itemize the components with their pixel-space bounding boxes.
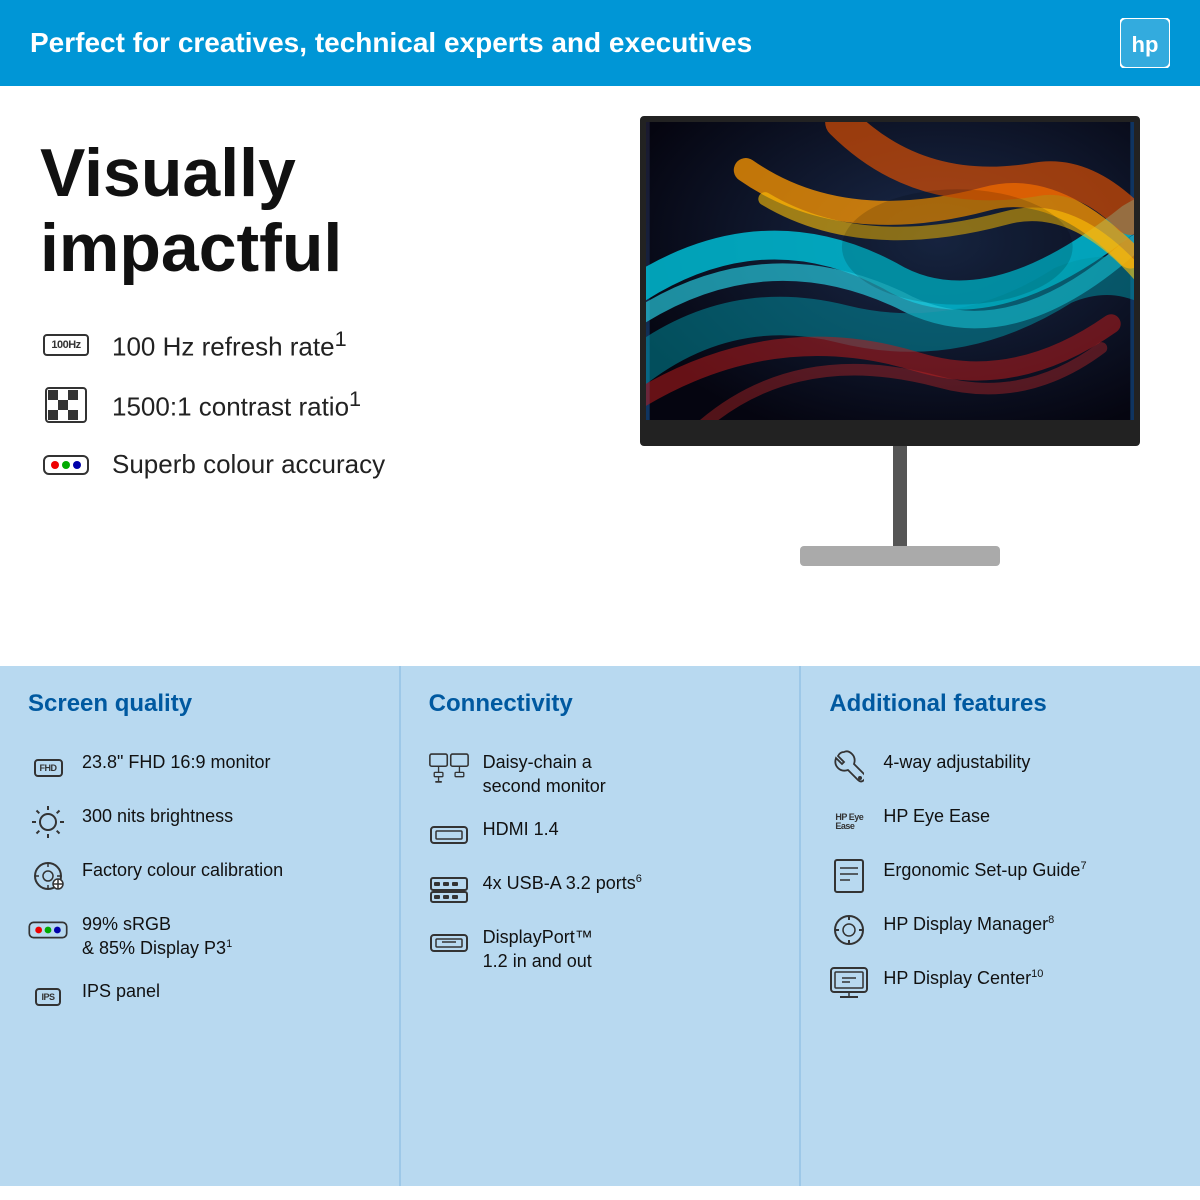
spec-guide-text: Ergonomic Set-up Guide7 xyxy=(883,858,1086,882)
spec-brightness: 300 nits brightness xyxy=(28,804,371,840)
spec-guide: Ergonomic Set-up Guide7 xyxy=(829,858,1172,894)
spec-usb-text: 4x USB-A 3.2 ports6 xyxy=(483,871,642,895)
spec-dp-text: DisplayPort™1.2 in and out xyxy=(483,925,593,974)
spec-display-mgr-text: HP Display Manager8 xyxy=(883,912,1054,936)
screen-quality-heading: Screen quality xyxy=(28,690,371,728)
feature-colour: Superb colour accuracy xyxy=(40,446,600,484)
spec-daisy-text: Daisy-chain asecond monitor xyxy=(483,750,606,799)
hp-logo-icon: hp xyxy=(1120,18,1170,68)
colour-icon xyxy=(40,446,92,484)
feature-contrast: 1500:1 contrast ratio1 xyxy=(40,386,600,424)
feature-refresh: 100Hz 100 Hz refresh rate1 xyxy=(40,326,600,364)
spec-calibration: Factory colour calibration xyxy=(28,858,371,894)
hero-section: Visually impactful 100Hz 100 Hz refresh … xyxy=(0,86,1200,666)
spec-adjustability-text: 4-way adjustability xyxy=(883,750,1030,774)
feature-contrast-text: 1500:1 contrast ratio1 xyxy=(112,386,361,423)
screen-quality-col: Screen quality FHD 23.8" FHD 16:9 monito… xyxy=(0,666,401,1186)
spec-fhd-text: 23.8" FHD 16:9 monitor xyxy=(82,750,270,774)
display-mgr-icon xyxy=(829,912,869,948)
spec-display-ctr-text: HP Display Center10 xyxy=(883,966,1043,990)
spec-adjustability: 4-way adjustability xyxy=(829,750,1172,786)
additional-features-col: Additional features 4-way adjustability … xyxy=(801,666,1200,1186)
dp-icon xyxy=(429,925,469,961)
srgb-icon xyxy=(28,912,68,948)
spec-dp: DisplayPort™1.2 in and out xyxy=(429,925,772,974)
svg-text:hp: hp xyxy=(1132,32,1159,57)
spec-ips-text: IPS panel xyxy=(82,979,160,1003)
usb-icon xyxy=(429,871,469,907)
header-tagline: Perfect for creatives, technical experts… xyxy=(30,27,752,59)
brightness-icon xyxy=(28,804,68,840)
header: Perfect for creatives, technical experts… xyxy=(0,0,1200,86)
connectivity-heading: Connectivity xyxy=(429,690,772,728)
monitor-bezel xyxy=(640,426,1140,446)
spec-hdmi-text: HDMI 1.4 xyxy=(483,817,559,841)
hero-right xyxy=(600,116,1160,566)
display-ctr-icon xyxy=(829,966,869,1002)
spec-usb: 4x USB-A 3.2 ports6 xyxy=(429,871,772,907)
hero-left: Visually impactful 100Hz 100 Hz refresh … xyxy=(40,116,600,506)
spec-srgb-text: 99% sRGB& 85% Display P31 xyxy=(82,912,232,961)
spec-hdmi: HDMI 1.4 xyxy=(429,817,772,853)
monitor-base xyxy=(800,546,1000,566)
hz-icon: 100Hz xyxy=(40,326,92,364)
eyeease-icon: HP EyeEase xyxy=(829,804,869,840)
fhd-icon: FHD xyxy=(28,750,68,786)
adjust-icon xyxy=(829,750,869,786)
contrast-icon xyxy=(40,386,92,424)
spec-fhd: FHD 23.8" FHD 16:9 monitor xyxy=(28,750,371,786)
hdmi-icon xyxy=(429,817,469,853)
ips-icon: IPS xyxy=(28,979,68,1015)
spec-daisy: Daisy-chain asecond monitor xyxy=(429,750,772,799)
monitor-screen xyxy=(640,116,1140,426)
spec-calibration-text: Factory colour calibration xyxy=(82,858,283,882)
feature-colour-text: Superb colour accuracy xyxy=(112,449,385,480)
monitor-neck xyxy=(893,446,907,546)
spec-display-ctr: HP Display Center10 xyxy=(829,966,1172,1002)
spec-ips: IPS IPS panel xyxy=(28,979,371,1015)
feature-refresh-text: 100 Hz refresh rate1 xyxy=(112,326,347,363)
hero-title: Visually impactful xyxy=(40,136,600,286)
bottom-grid: Screen quality FHD 23.8" FHD 16:9 monito… xyxy=(0,666,1200,1186)
spec-srgb: 99% sRGB& 85% Display P31 xyxy=(28,912,371,961)
additional-heading: Additional features xyxy=(829,690,1172,728)
connectivity-col: Connectivity Daisy-chain asecond monitor xyxy=(401,666,802,1186)
spec-brightness-text: 300 nits brightness xyxy=(82,804,233,828)
spec-eyeease: HP EyeEase HP Eye Ease xyxy=(829,804,1172,840)
calibration-icon xyxy=(28,858,68,894)
guide-icon xyxy=(829,858,869,894)
daisy-icon xyxy=(429,750,469,786)
spec-display-mgr: HP Display Manager8 xyxy=(829,912,1172,948)
spec-eyeease-text: HP Eye Ease xyxy=(883,804,990,828)
monitor-image xyxy=(640,116,1160,566)
